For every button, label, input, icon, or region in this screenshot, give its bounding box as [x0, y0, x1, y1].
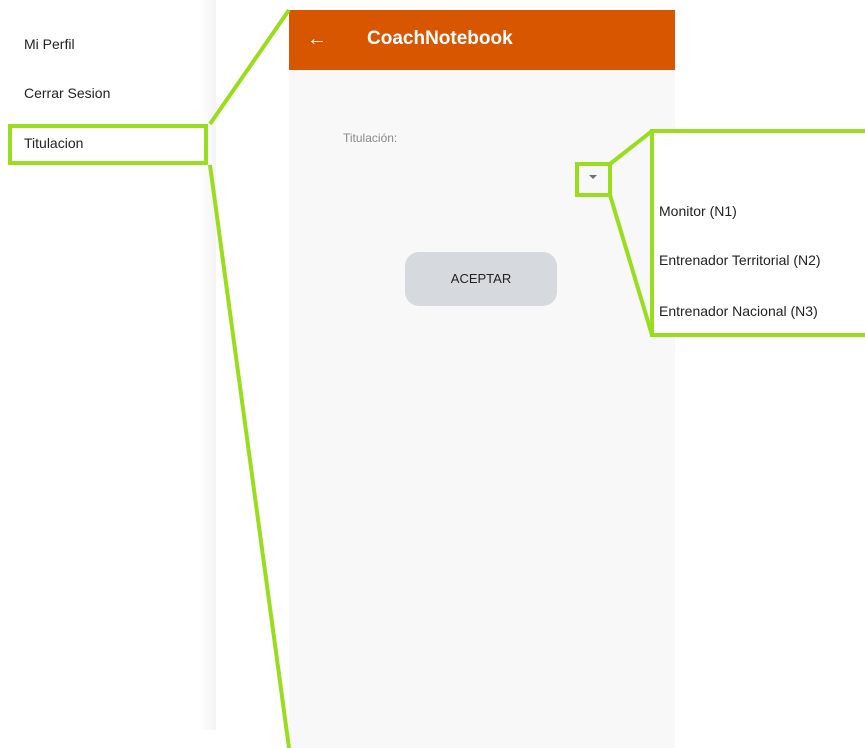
- option-monitor-n1[interactable]: Monitor (N1): [659, 203, 737, 219]
- dropdown-arrow-icon: [589, 175, 597, 179]
- callout-line-top: [208, 8, 291, 126]
- menu-panel-background: [0, 0, 216, 730]
- menu-item-mi-perfil[interactable]: Mi Perfil: [24, 36, 75, 52]
- callout-line-bottom: [208, 164, 291, 748]
- accept-button[interactable]: ACEPTAR: [405, 252, 557, 306]
- back-arrow-icon[interactable]: ←: [307, 26, 329, 52]
- app-title: CoachNotebook: [367, 28, 513, 49]
- app-screen: ← CoachNotebook Titulación: ACEPTAR: [289, 10, 675, 748]
- highlight-box-titulacion: [8, 124, 208, 165]
- dropdown-options-panel: Monitor (N1) Entrenador Territorial (N2)…: [650, 129, 865, 337]
- app-bar: ← CoachNotebook: [289, 10, 675, 70]
- option-entrenador-nacional-n3[interactable]: Entrenador Nacional (N3): [659, 303, 818, 319]
- menu-item-cerrar-sesion[interactable]: Cerrar Sesion: [24, 85, 110, 101]
- titulacion-spinner[interactable]: [575, 163, 611, 193]
- option-entrenador-territorial-n2[interactable]: Entrenador Territorial (N2): [659, 252, 821, 268]
- titulacion-label: Titulación:: [343, 131, 398, 145]
